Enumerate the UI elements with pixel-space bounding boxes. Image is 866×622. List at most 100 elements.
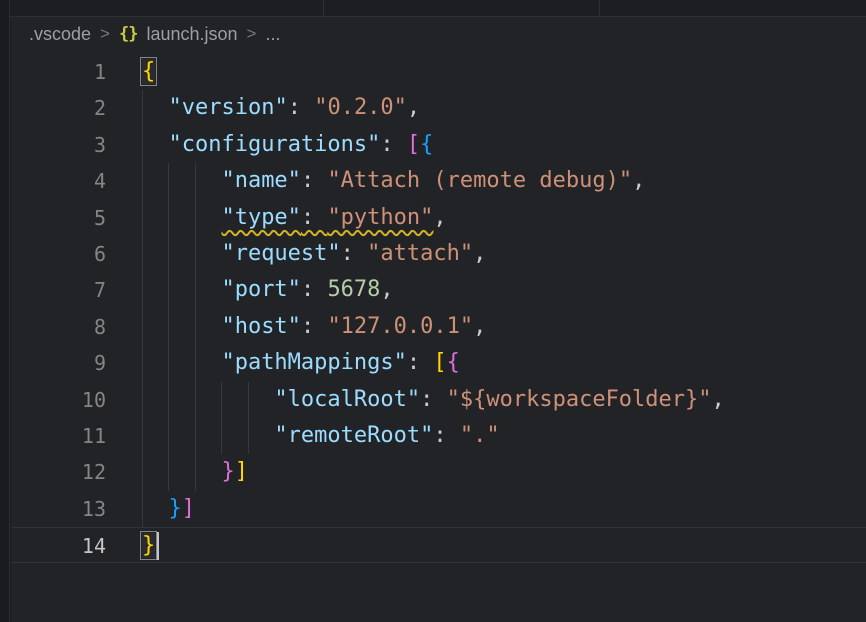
code-line-text[interactable]: "remoteRoot": "." (106, 418, 500, 454)
tab-divider (323, 0, 324, 16)
code-token: : (301, 205, 328, 230)
code-token: "${workspaceFolder}" (447, 387, 712, 412)
code-line-3[interactable]: 3"configurations": [{ (11, 127, 866, 163)
indent-guide (142, 345, 168, 381)
line-number[interactable]: 7 (11, 272, 106, 308)
indent-guide (142, 309, 168, 345)
line-number[interactable]: 2 (11, 90, 106, 126)
indent-guide (142, 272, 168, 308)
line-number[interactable]: 5 (11, 200, 106, 236)
code-token: : (301, 314, 328, 339)
code-token: "configurations" (168, 132, 380, 157)
indent-guide (195, 345, 221, 381)
indent-guide (168, 309, 194, 345)
code-line-text[interactable]: }] (106, 491, 195, 527)
line-number[interactable]: 3 (11, 127, 106, 163)
text-cursor (157, 532, 159, 560)
line-number[interactable]: 14 (11, 528, 106, 562)
code-line-text[interactable]: "configurations": [{ (106, 127, 433, 163)
code-line-5[interactable]: 5"type": "python", (11, 200, 866, 236)
code-line-13[interactable]: 13}] (11, 491, 866, 527)
code-line-text[interactable]: { (106, 54, 155, 90)
indent-guide (195, 382, 221, 418)
line-number[interactable]: 10 (11, 382, 106, 418)
code-token: "remoteRoot" (274, 423, 433, 448)
indent-guide (248, 382, 274, 418)
code-line-text[interactable]: "pathMappings": [{ (106, 345, 460, 381)
code-token: : (433, 423, 460, 448)
code-line-text[interactable]: "port": 5678, (106, 272, 394, 308)
code-token: "Attach (remote debug)" (327, 168, 632, 193)
code-line-6[interactable]: 6"request": "attach", (11, 236, 866, 272)
breadcrumb-item-more[interactable]: ... (265, 24, 280, 45)
code-token: , (407, 95, 420, 120)
code-line-7[interactable]: 7"port": 5678, (11, 272, 866, 308)
indent-guide (142, 491, 168, 527)
indent-guide (195, 309, 221, 345)
code-line-8[interactable]: 8"host": "127.0.0.1", (11, 309, 866, 345)
code-line-10[interactable]: 10"localRoot": "${workspaceFolder}", (11, 382, 866, 418)
indent-guide (142, 236, 168, 272)
code-line-9[interactable]: 9"pathMappings": [{ (11, 345, 866, 381)
line-number[interactable]: 1 (11, 54, 106, 90)
code-line-11[interactable]: 11"remoteRoot": "." (11, 418, 866, 454)
indent-guide (195, 163, 221, 199)
code-line-12[interactable]: 12}] (11, 454, 866, 490)
code-line-text[interactable]: } (106, 528, 159, 562)
code-token: "python" (327, 205, 433, 230)
line-number[interactable]: 11 (11, 418, 106, 454)
code-line-text[interactable]: }] (106, 454, 248, 490)
code-line-text[interactable]: "request": "attach", (106, 236, 486, 272)
line-number[interactable]: 4 (11, 163, 106, 199)
code-line-text[interactable]: "localRoot": "${workspaceFolder}", (106, 382, 725, 418)
indent-guide (142, 127, 168, 163)
code-line-4[interactable]: 4"name": "Attach (remote debug)", (11, 163, 866, 199)
code-token: , (380, 277, 393, 302)
code-token: "host" (221, 314, 300, 339)
code-editor[interactable]: 1{2"version": "0.2.0",3"configurations":… (11, 54, 866, 563)
indent-guide (142, 454, 168, 490)
vscode-window: { "window": { "tabbar_dividers_x": [313,… (0, 0, 866, 622)
code-token: "pathMappings" (221, 350, 406, 375)
code-token: : (380, 132, 407, 157)
code-token: "version" (168, 95, 287, 120)
code-token: [ (407, 132, 420, 157)
editor-left-margin (0, 0, 10, 622)
indent-guide (195, 454, 221, 490)
code-line-text[interactable]: "name": "Attach (remote debug)", (106, 163, 645, 199)
code-token: , (473, 314, 486, 339)
line-number[interactable]: 12 (11, 454, 106, 490)
breadcrumb-item-launch-json[interactable]: launch.json (146, 24, 237, 45)
code-line-text[interactable]: "host": "127.0.0.1", (106, 309, 486, 345)
code-token: "type" (221, 205, 300, 230)
code-line-14[interactable]: 14} (11, 527, 866, 563)
tab-divider (599, 0, 600, 16)
chevron-right-icon: > (247, 24, 257, 44)
code-line-text[interactable]: "version": "0.2.0", (106, 90, 420, 126)
indent-guide (142, 90, 168, 126)
line-number[interactable]: 13 (11, 491, 106, 527)
line-number[interactable]: 8 (11, 309, 106, 345)
matched-bracket: } (142, 533, 155, 558)
code-token: : (301, 168, 328, 193)
code-token: "attach" (367, 241, 473, 266)
code-token: { (447, 350, 460, 375)
code-token: "127.0.0.1" (327, 314, 473, 339)
code-line-text[interactable]: "type": "python", (106, 200, 447, 236)
breadcrumb-item-vscode[interactable]: .vscode (29, 24, 91, 45)
indent-guide (168, 200, 194, 236)
line-number[interactable]: 9 (11, 345, 106, 381)
code-line-2[interactable]: 2"version": "0.2.0", (11, 90, 866, 126)
code-token: , (632, 168, 645, 193)
warning-squiggle: "type": "python" (221, 205, 433, 230)
code-token: : (407, 350, 434, 375)
editor-pane: .vscode > {} launch.json > ... 1{2"versi… (11, 17, 866, 622)
code-token: [ (433, 350, 446, 375)
indent-guide (195, 272, 221, 308)
code-line-1[interactable]: 1{ (11, 54, 866, 90)
indent-guide (168, 382, 194, 418)
chevron-right-icon: > (100, 24, 110, 44)
indent-guide (142, 418, 168, 454)
line-number[interactable]: 6 (11, 236, 106, 272)
code-token: } (221, 459, 234, 484)
